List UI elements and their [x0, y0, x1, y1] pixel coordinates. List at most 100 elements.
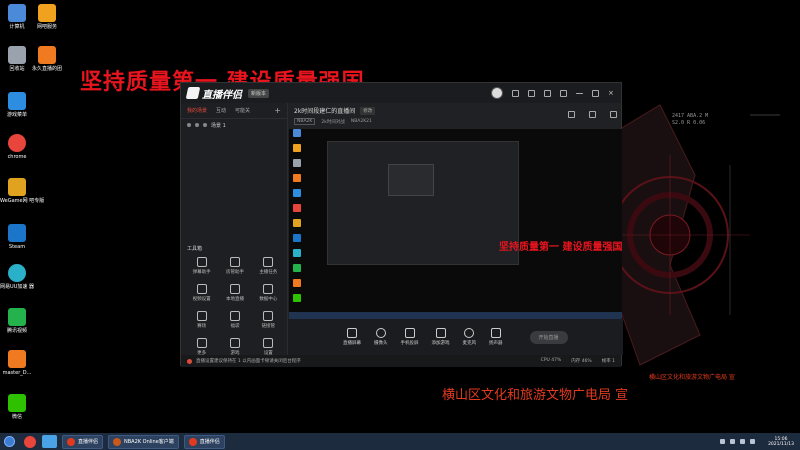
camera-source-button[interactable]: 摄像头 [374, 328, 388, 346]
fps-readout: 帧率 1 [601, 359, 615, 364]
tab-my-scenes[interactable]: 我的场景 [187, 107, 207, 114]
desktop-icon-master[interactable]: master_D... [0, 350, 34, 376]
version-badge[interactable]: 新版本 [248, 88, 270, 98]
live-preview[interactable] [289, 129, 622, 319]
desktop-icon-steam[interactable]: Steam [0, 224, 34, 250]
desktop-icon-label: 网易UU加速 器 [0, 284, 34, 290]
message-icon[interactable] [512, 89, 519, 97]
tool-label: 本地直播 [225, 297, 244, 302]
tool-label: 房管助手 [225, 270, 244, 275]
tool-button[interactable]: 游戏 [218, 338, 251, 356]
desktop-icon-gamemenu[interactable]: 游戏菜单 [0, 92, 34, 118]
maximize-icon[interactable] [592, 89, 599, 97]
network-icon[interactable] [730, 439, 736, 444]
edit-title-button[interactable]: 修改 [360, 106, 376, 115]
desktop-icon-label: 回收站 [9, 66, 25, 72]
start-button[interactable] [0, 433, 18, 450]
game-menu-icon [8, 92, 26, 110]
taskbar-item[interactable]: 直播伴侣 [62, 434, 104, 449]
tray-expand-icon[interactable] [720, 439, 726, 444]
camera-icon [375, 328, 386, 338]
layout-icon[interactable] [568, 111, 575, 118]
settings-icon[interactable] [544, 89, 551, 97]
scene-tabs: 我的场景 互动 可能关 + [181, 103, 287, 119]
tool-button[interactable]: 设置 [252, 338, 285, 356]
status-message: 直播设置建议保持在 1 以内画面卡顿请关闭后台程序 [196, 359, 301, 364]
desktop-icon-label: chrome [7, 154, 27, 160]
chrome-icon [8, 134, 26, 152]
tool-label: 主播任务 [259, 270, 278, 275]
taskbar-item[interactable]: NBA2K Online客户端 [108, 434, 179, 449]
ime-icon[interactable] [750, 439, 756, 444]
layers-icon [203, 123, 207, 127]
speaker-button[interactable]: 扬声器 [489, 328, 503, 346]
record-icon[interactable] [610, 111, 617, 118]
tool-button[interactable]: 福袋 [218, 311, 251, 329]
basketball-icon [113, 437, 122, 446]
menu-icon[interactable] [560, 89, 567, 97]
cloud-taskbar-icon[interactable] [42, 435, 57, 448]
minimize-icon[interactable] [576, 92, 583, 94]
master-icon [8, 350, 26, 368]
desktop-icon-chrome[interactable]: chrome [0, 134, 34, 160]
tab-interact[interactable]: 互动 [216, 107, 226, 114]
screenshot-icon[interactable] [589, 111, 596, 118]
wechat-icon [8, 394, 26, 412]
tool-button[interactable]: 本地直播 [218, 284, 251, 302]
start-live-button[interactable]: 开始直播 [529, 330, 568, 344]
desktop-icon-wegame[interactable]: WeGame网 吧专版 [0, 178, 44, 204]
control-label: 直播屏幕 [343, 341, 361, 346]
tool-button[interactable]: 链接管 [252, 311, 285, 329]
control-label: 添加游戏 [431, 341, 450, 346]
mic-button[interactable]: 麦克风 [462, 328, 477, 346]
tool-button[interactable]: 数据中心 [252, 284, 285, 302]
desktop-icon-wechat[interactable]: 微信 [0, 394, 34, 420]
system-tray: 15:06 2021/11/13 [720, 437, 800, 447]
tool-button[interactable]: 视频设置 [185, 284, 218, 302]
tool-button[interactable]: 弹幕助手 [185, 257, 218, 275]
shirt-icon[interactable] [528, 89, 535, 97]
close-icon[interactable]: × [608, 89, 615, 97]
speaker-icon [490, 328, 501, 338]
steam-icon [8, 224, 26, 242]
wallpaper-hud: 2417 ABA.2 M S2.0 R 0.06 [590, 95, 800, 385]
screen-source-button[interactable]: 直播屏幕 [343, 328, 361, 346]
desktop-icon-uu[interactable]: 网易UU加速 器 [0, 264, 34, 290]
desktop-icon-live[interactable]: 永久直播的团 [30, 46, 64, 72]
tool-button[interactable]: 房管助手 [218, 257, 251, 275]
clock[interactable]: 15:06 2021/11/13 [768, 437, 794, 447]
trophy-icon [196, 311, 207, 321]
desktop-icon-recycle[interactable]: 回收站 [0, 46, 34, 72]
eye-icon[interactable] [187, 123, 191, 127]
phone-source-button[interactable]: 手机投屏 [401, 328, 419, 346]
tag-game[interactable]: NBA2K [294, 118, 316, 125]
titlebar-controls: × [491, 87, 615, 99]
taskbar-item[interactable]: 直播伴侣 [183, 434, 225, 449]
desktop-icon-netbar[interactable]: 网吧服务 [30, 4, 64, 30]
avatar[interactable] [491, 87, 503, 99]
desktop-icon-computer[interactable]: 计算机 [0, 4, 34, 30]
tool-button[interactable]: 更多 [185, 338, 218, 356]
hud-code: S2.0 R 0.06 [672, 120, 706, 126]
lock-icon[interactable] [195, 123, 199, 127]
tool-button[interactable]: 主播任务 [252, 257, 285, 275]
chrome-taskbar-icon[interactable] [24, 435, 36, 448]
link-icon [263, 311, 274, 321]
control-label: 扬声器 [489, 341, 503, 346]
desktop-icon-label: 永久直播的团 [31, 66, 62, 72]
tool-button[interactable]: 赛场 [185, 311, 218, 329]
control-label: 麦克风 [462, 341, 477, 346]
clock-date: 2021/11/13 [768, 441, 794, 447]
desktop: 2417 ABA.2 M S2.0 R 0.06 计算机 网吧服务 回收站 永久… [0, 0, 800, 433]
tool-label: 福袋 [230, 324, 240, 329]
volume-icon[interactable] [740, 439, 746, 444]
scene-item[interactable]: 场景 1 [181, 119, 287, 131]
warning-icon [187, 358, 192, 364]
tab-other[interactable]: 可能关 [235, 107, 250, 114]
tool-label: 数据中心 [259, 297, 278, 302]
add-scene-button[interactable]: + [274, 106, 281, 115]
taskbar-item-label: NBA2K Online客户端 [124, 439, 174, 445]
game-source-button[interactable]: 添加游戏 [432, 328, 450, 346]
desktop-icon-tencent-video[interactable]: 腾讯视频 [0, 308, 34, 334]
grid-icon [196, 338, 207, 348]
